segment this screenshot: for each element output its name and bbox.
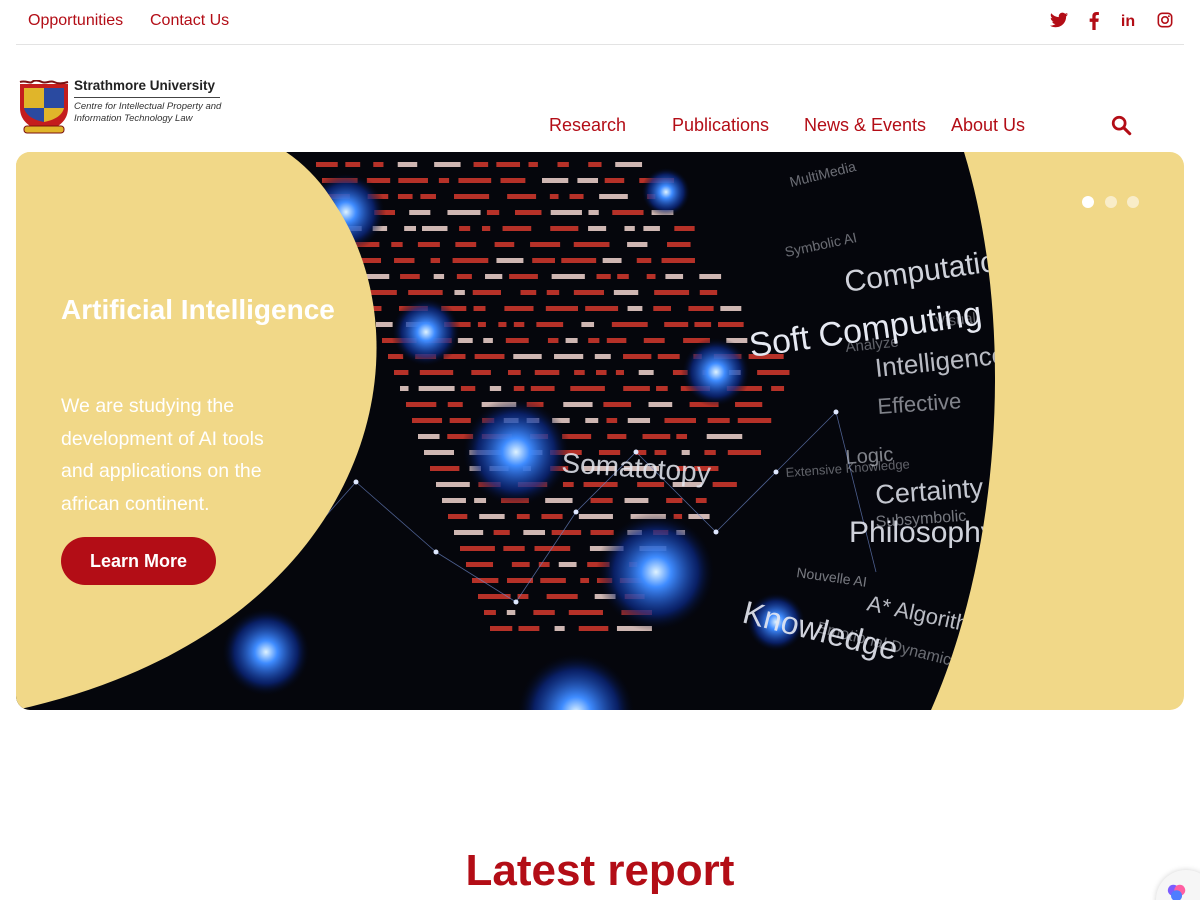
learn-more-button[interactable]: Learn More: [61, 537, 216, 585]
university-logo[interactable]: Strathmore University Centre for Intelle…: [18, 78, 228, 136]
university-crest-icon: [19, 80, 69, 134]
search-icon[interactable]: [1110, 114, 1132, 136]
linkedin-icon[interactable]: in: [1118, 12, 1138, 32]
opportunities-link[interactable]: Opportunities: [28, 12, 123, 30]
latest-report-heading: Latest report: [465, 846, 735, 895]
contact-us-link[interactable]: Contact Us: [150, 12, 229, 30]
hero-description: We are studying the development of AI to…: [61, 395, 264, 515]
top-utility-bar: Opportunities Contact Us in: [16, 0, 1184, 45]
instagram-icon[interactable]: [1155, 12, 1175, 32]
hero-title: Artificial Intelligence: [61, 294, 335, 325]
logo-divider: [74, 97, 220, 98]
slider-dot-1[interactable]: [1082, 196, 1094, 208]
nav-item-about-us[interactable]: About Us: [951, 115, 1025, 136]
nav-item-publications[interactable]: Publications: [672, 115, 769, 136]
slider-dot-3[interactable]: [1127, 196, 1139, 208]
university-name: Strathmore University: [74, 78, 216, 93]
nav-item-research[interactable]: Research: [549, 115, 626, 136]
centre-name: Centre for Intellectual Property and Inf…: [74, 101, 222, 124]
slider-dot-2[interactable]: [1105, 196, 1117, 208]
twitter-icon[interactable]: [1049, 12, 1069, 32]
hero-slider: Soft Computing Computation Intelligence Eff…: [16, 152, 1184, 710]
nav-item-news-events[interactable]: News & Events: [804, 115, 926, 136]
brain-icon: [1167, 884, 1186, 900]
facebook-icon[interactable]: [1084, 12, 1104, 32]
